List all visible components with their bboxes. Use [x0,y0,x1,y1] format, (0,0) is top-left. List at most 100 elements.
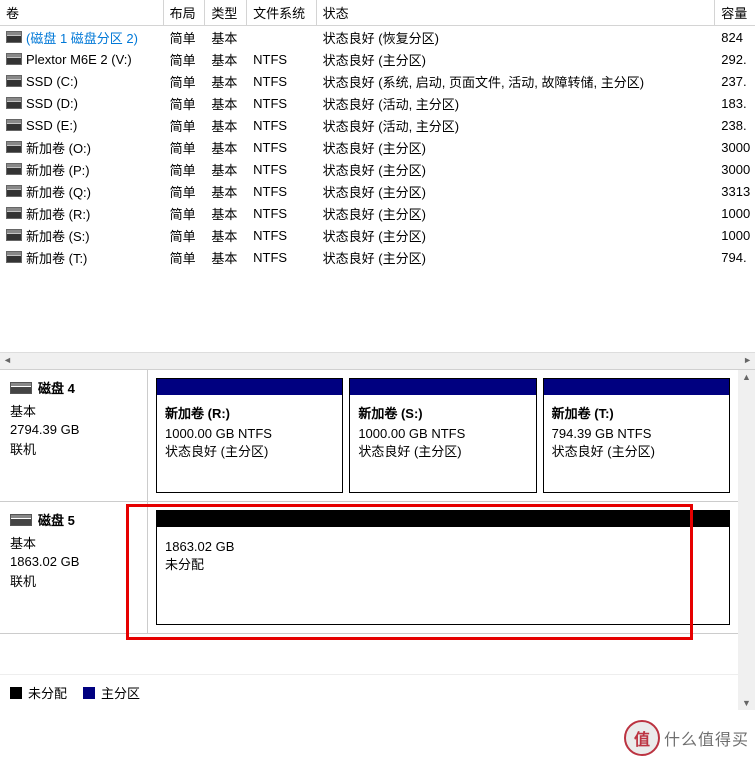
volume-capacity: 3313 [715,182,755,201]
disk-5-size: 1863.02 GB [10,554,137,569]
horizontal-scrollbar[interactable] [0,352,755,369]
table-row[interactable]: SSD (D:)简单基本NTFS状态良好 (活动, 主分区)183. [0,92,755,114]
hard-drive-icon [10,514,32,526]
disk-5-type: 基本 [10,533,137,552]
partition-header-primary [350,379,535,395]
volume-layout: 简单 [164,26,206,49]
volume-filesystem: NTFS [247,116,317,135]
table-body[interactable]: (磁盘 1 磁盘分区 2)简单基本状态良好 (恢复分区)824Plextor M… [0,26,755,352]
partition-header-primary [544,379,729,395]
table-row[interactable]: 新加卷 (S:)简单基本NTFS状态良好 (主分区)1000 [0,224,755,246]
volume-type: 基本 [205,48,247,71]
table-row[interactable]: 新加卷 (P:)简单基本NTFS状态良好 (主分区)3000 [0,158,755,180]
volume-filesystem: NTFS [247,72,317,91]
hard-drive-icon [10,382,32,394]
volume-type: 基本 [205,246,247,269]
volume-name: 新加卷 (O:) [26,138,91,157]
volume-name: (磁盘 1 磁盘分区 2) [26,28,138,47]
volume-filesystem [247,35,317,39]
disk-4-size: 2794.39 GB [10,422,137,437]
disk-5-info: 磁盘 5 基本 1863.02 GB 联机 [0,502,148,633]
column-header-type[interactable]: 类型 [205,0,247,25]
disk-4-type: 基本 [10,401,137,420]
legend-swatch-primary [83,687,95,699]
disk-4-name: 磁盘 4 [38,378,75,397]
legend-unallocated: 未分配 [10,683,67,702]
column-header-filesystem[interactable]: 文件系统 [247,0,317,25]
volume-icon [6,207,22,219]
table-row[interactable]: (磁盘 1 磁盘分区 2)简单基本状态良好 (恢复分区)824 [0,26,755,48]
partition-size: 1000.00 GB NTFS [165,426,334,441]
volume-layout: 简单 [164,114,206,137]
volume-capacity: 794. [715,248,755,267]
volume-filesystem: NTFS [247,160,317,179]
volume-type: 基本 [205,158,247,181]
table-row[interactable]: SSD (E:)简单基本NTFS状态良好 (活动, 主分区)238. [0,114,755,136]
watermark-text: 什么值得买 [664,726,749,750]
primary-partition[interactable]: 新加卷 (S:)1000.00 GB NTFS状态良好 (主分区) [349,378,536,493]
volume-layout: 简单 [164,224,206,247]
partition-status: 未分配 [165,554,721,573]
partition-header-primary [157,379,342,395]
volume-name: 新加卷 (R:) [26,204,90,223]
disk-4-info: 磁盘 4 基本 2794.39 GB 联机 [0,370,148,501]
volume-layout: 简单 [164,136,206,159]
volume-icon [6,163,22,175]
column-header-layout[interactable]: 布局 [164,0,206,25]
primary-partition[interactable]: 新加卷 (T:)794.39 GB NTFS状态良好 (主分区) [543,378,730,493]
volume-type: 基本 [205,26,247,49]
volume-name: SSD (E:) [26,118,77,133]
disk-5-block[interactable]: 磁盘 5 基本 1863.02 GB 联机 1863.02 GB 未分配 [0,502,738,634]
volume-capacity: 1000 [715,226,755,245]
volume-name: SSD (C:) [26,74,78,89]
partition-size: 1000.00 GB NTFS [358,426,527,441]
volume-type: 基本 [205,202,247,225]
table-row[interactable]: 新加卷 (R:)简单基本NTFS状态良好 (主分区)1000 [0,202,755,224]
volume-layout: 简单 [164,180,206,203]
volume-capacity: 3000 [715,160,755,179]
volume-icon [6,119,22,131]
disk-5-unallocated-partition[interactable]: 1863.02 GB 未分配 [156,510,730,625]
volume-type: 基本 [205,180,247,203]
volume-status: 状态良好 (主分区) [317,202,716,225]
watermark-icon: 值 [624,720,660,756]
volume-name: SSD (D:) [26,96,78,111]
volume-status: 状态良好 (主分区) [317,48,716,71]
column-header-status[interactable]: 状态 [317,0,716,25]
column-header-capacity[interactable]: 容量 [715,0,755,25]
legend-label-primary: 主分区 [101,683,140,702]
table-row[interactable]: SSD (C:)简单基本NTFS状态良好 (系统, 启动, 页面文件, 活动, … [0,70,755,92]
volume-status: 状态良好 (活动, 主分区) [317,114,716,137]
column-header-volume[interactable]: 卷 [0,0,164,25]
table-row[interactable]: 新加卷 (T:)简单基本NTFS状态良好 (主分区)794. [0,246,755,268]
watermark: 值 什么值得买 [624,720,749,756]
volume-status: 状态良好 (主分区) [317,180,716,203]
volume-status: 状态良好 (主分区) [317,246,716,269]
partition-header-unallocated [157,511,729,527]
disk-4-block[interactable]: 磁盘 4 基本 2794.39 GB 联机 新加卷 (R:)1000.00 GB… [0,370,738,502]
volume-status: 状态良好 (活动, 主分区) [317,92,716,115]
volume-status: 状态良好 (主分区) [317,224,716,247]
volume-filesystem: NTFS [247,182,317,201]
table-row[interactable]: 新加卷 (Q:)简单基本NTFS状态良好 (主分区)3313 [0,180,755,202]
volume-type: 基本 [205,224,247,247]
volume-layout: 简单 [164,92,206,115]
volume-filesystem: NTFS [247,94,317,113]
disk-5-name: 磁盘 5 [38,510,75,529]
primary-partition[interactable]: 新加卷 (R:)1000.00 GB NTFS状态良好 (主分区) [156,378,343,493]
vertical-scrollbar[interactable] [738,370,755,710]
volume-status: 状态良好 (主分区) [317,136,716,159]
volume-name: 新加卷 (T:) [26,248,87,267]
volume-filesystem: NTFS [247,204,317,223]
table-row[interactable]: Plextor M6E 2 (V:)简单基本NTFS状态良好 (主分区)292. [0,48,755,70]
volume-layout: 简单 [164,158,206,181]
partition-status: 状态良好 (主分区) [165,441,334,460]
volume-icon [6,185,22,197]
volume-capacity: 237. [715,72,755,91]
legend-primary: 主分区 [83,683,140,702]
table-row[interactable]: 新加卷 (O:)简单基本NTFS状态良好 (主分区)3000 [0,136,755,158]
partition-label: 新加卷 (T:) [552,403,721,422]
volume-type: 基本 [205,136,247,159]
volume-capacity: 824 [715,28,755,47]
volume-icon [6,97,22,109]
